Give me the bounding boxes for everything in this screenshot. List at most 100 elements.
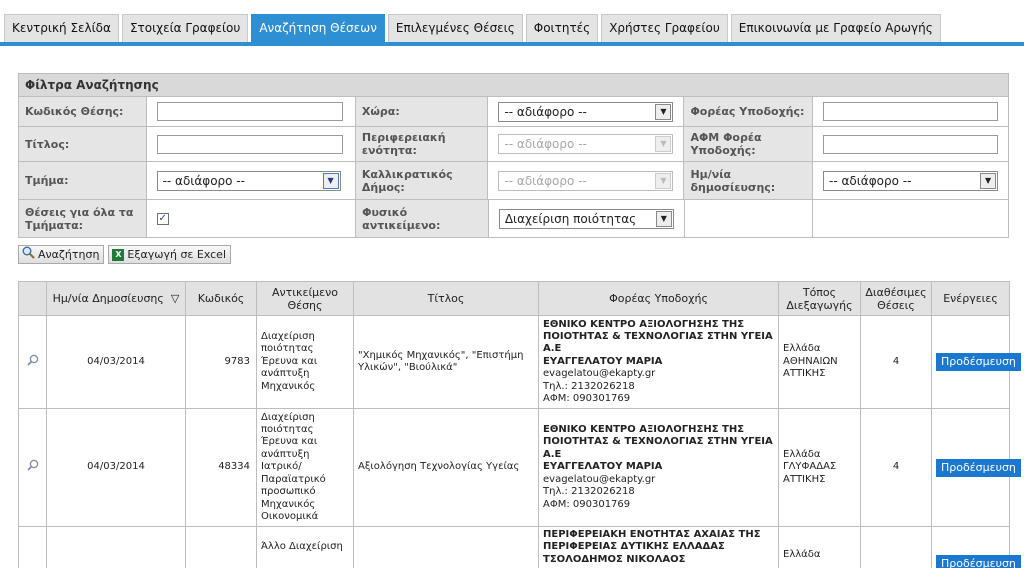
all-departments-label: Θέσεις για όλα τα Τμήματα: <box>19 200 147 237</box>
header-host[interactable]: Φορέας Υποδοχής <box>538 281 779 316</box>
cell-code: 9783 <box>185 315 257 409</box>
host-phone: Τηλ.: 2132026218 <box>543 486 635 498</box>
position-code-input[interactable] <box>156 102 343 121</box>
pre-reserve-button[interactable]: Προδέσμευση <box>936 353 1021 371</box>
table-row: 04/03/2014 48334 Διαχείριση ποιότητας Έρ… <box>18 408 1021 527</box>
filters-title: Φίλτρα Αναζήτησης <box>19 74 1008 97</box>
cell-seats: 4 <box>860 408 932 527</box>
cell-subject: Άλλο Διαχείριση <box>256 526 354 568</box>
host-name: ΕΘΝΙΚΟ ΚΕΝΤΡΟ ΑΞΙΟΛΟΓΗΣΗΣ ΤΗΣ ΠΟΙΟΤΗΤΑΣ … <box>543 318 773 355</box>
host-afm-input[interactable] <box>823 134 999 154</box>
department-select[interactable]: -- αδιάφορο -- ▼ <box>156 170 341 191</box>
location-municipality: ΑΘΗΝΑΙΩΝ <box>783 355 838 367</box>
cell-date: 04/03/2014 <box>46 315 186 409</box>
title-input[interactable] <box>156 134 343 154</box>
tab-underline <box>0 42 1024 46</box>
host-email: evagelatou@ekapty.gr <box>543 473 656 485</box>
pre-reserve-button[interactable]: Προδέσμευση <box>936 555 1021 568</box>
region-select[interactable]: -- αδιάφορο -- ▼ <box>498 134 674 154</box>
region-select-value: -- αδιάφορο -- <box>504 137 587 151</box>
export-excel-button-label: Εξαγωγή σε Excel <box>127 248 227 261</box>
country-select-value: -- αδιάφορο -- <box>504 104 587 119</box>
header-publish-date[interactable]: Ημ/νία Δημοσίευσης ▽ <box>46 281 186 316</box>
host-afm: ΑΦΜ: 090301769 <box>543 498 631 510</box>
filter-row-1: Κωδικός Θέσης: Χώρα: -- αδιάφορο -- ▼ Φο… <box>19 97 1009 127</box>
host-contact: ΕΥΑΓΓΕΛΑΤΟΥ ΜΑΡΙΑ <box>543 355 663 367</box>
subject-select[interactable]: Διαχείριση ποιότητας ▼ <box>498 208 674 229</box>
all-departments-checkbox[interactable]: ✓ <box>156 212 169 225</box>
country-select[interactable]: -- αδιάφορο -- ▼ <box>498 101 674 122</box>
tab-students[interactable]: Φοιτητές <box>525 14 599 42</box>
publish-date-select[interactable]: -- αδιάφορο -- ▼ <box>823 170 999 191</box>
cell-host: ΕΘΝΙΚΟ ΚΕΝΤΡΟ ΑΞΙΟΛΟΓΗΣΗΣ ΤΗΣ ΠΟΙΟΤΗΤΑΣ … <box>538 408 779 527</box>
search-filters-panel: Φίλτρα Αναζήτησης Κωδικός Θέσης: Χώρα: -… <box>18 73 1009 238</box>
municipality-select-value: -- αδιάφορο -- <box>504 173 587 188</box>
tab-selected-positions[interactable]: Επιλεγμένες Θέσεις <box>387 14 523 42</box>
header-title[interactable]: Τίτλος <box>353 281 539 316</box>
chevron-down-icon: ▼ <box>655 172 672 189</box>
tab-office-details[interactable]: Στοιχεία Γραφείου <box>121 14 249 42</box>
header-view <box>18 281 47 316</box>
cell-seats <box>860 526 932 568</box>
excel-icon: X <box>112 248 125 261</box>
search-button-label: Αναζήτηση <box>38 248 100 261</box>
cell-date: 04/03/2014 <box>46 408 186 527</box>
publish-date-label: Ημ/νία δημοσίευσης: <box>684 162 814 199</box>
cell-title <box>353 526 539 568</box>
host-email: evagelatou@ekapty.gr <box>543 368 656 380</box>
cell-seats: 4 <box>860 315 932 409</box>
cell-host: ΕΘΝΙΚΟ ΚΕΝΤΡΟ ΑΞΙΟΛΟΓΗΣΗΣ ΤΗΣ ΠΟΙΟΤΗΤΑΣ … <box>538 315 779 409</box>
pre-reserve-button[interactable]: Προδέσμευση <box>936 458 1021 477</box>
location-region: ΑΤΤΙΚΗΣ <box>783 368 826 380</box>
filter-actions: Αναζήτηση X Εξαγωγή σε Excel <box>18 245 235 264</box>
municipality-select[interactable]: -- αδιάφορο -- ▼ <box>498 170 674 191</box>
location-municipality: ΓΛΥΦΑΔΑΣ <box>783 461 837 473</box>
region-label: Περιφερειακή ενότητα: <box>355 127 489 161</box>
host-contact: ΤΣΟΛΟΔΗΜΟΣ ΝΙΚΟΛΑΟΣ <box>543 553 686 565</box>
sort-triangle-icon: ▽ <box>170 292 180 305</box>
host-label: Φορέας Υποδοχής: <box>684 97 814 126</box>
host-input[interactable] <box>823 102 999 121</box>
filter-row-3: Τμήμα: -- αδιάφορο -- ▼ Καλλικρατικός Δή… <box>19 162 1009 200</box>
search-button[interactable]: Αναζήτηση <box>18 245 105 264</box>
host-name: ΕΘΝΙΚΟ ΚΕΝΤΡΟ ΑΞΙΟΛΟΓΗΣΗΣ ΤΗΣ ΠΟΙΟΤΗΤΑΣ … <box>543 424 773 460</box>
header-subject[interactable]: Αντικείμενο Θέσης <box>256 281 354 316</box>
location-region: ΑΤΤΙΚΗΣ <box>783 473 826 485</box>
view-details-icon[interactable] <box>26 459 39 475</box>
filter-row-4: Θέσεις για όλα τα Τμήματα: ✓ Φυσικό αντι… <box>19 200 1008 237</box>
cell-subject: Διαχείριση ποιότητας Έρευνα και ανάπτυξη… <box>256 315 354 409</box>
tab-position-search[interactable]: Αναζήτηση Θέσεων <box>251 14 385 42</box>
cell-title: "Χημικός Μηχανικός", "Επιστήμη Υλικών", … <box>353 315 539 409</box>
header-seats[interactable]: Διαθέσιμες Θέσεις <box>860 281 932 316</box>
export-excel-button[interactable]: X Εξαγωγή σε Excel <box>108 245 232 264</box>
chevron-down-icon: ▼ <box>655 210 672 227</box>
host-contact: ΕΥΑΓΓΕΛΑΤΟΥ ΜΑΡΙΑ <box>543 461 663 473</box>
empty-cell <box>684 200 814 237</box>
location-country: Ελλάδα <box>783 549 821 560</box>
tab-helpdesk-contact[interactable]: Επικοινωνία με Γραφείο Αρωγής <box>730 14 941 42</box>
cell-title: Αξιολόγηση Τεχνολογίας Υγείας <box>353 408 539 527</box>
view-details-icon[interactable] <box>26 354 39 370</box>
header-actions: Ενέργειες <box>931 281 1010 316</box>
cell-location: Ελλάδα ΓΛΥΦΑΔΑΣ ΑΤΤΙΚΗΣ <box>778 408 861 527</box>
department-select-value: -- αδιάφορο -- <box>162 173 245 188</box>
cell-subject: Διαχείριση ποιότητας Έρευνα και ανάπτυξη… <box>256 408 354 527</box>
position-code-label: Κωδικός Θέσης: <box>19 97 147 126</box>
cell-code <box>185 526 257 568</box>
cell-location: Ελλάδα <box>778 526 861 568</box>
publish-date-select-value: -- αδιάφορο -- <box>829 173 912 188</box>
cell-code: 48334 <box>185 408 257 527</box>
results-table: Ημ/νία Δημοσίευσης ▽ Κωδικός Αντικείμενο… <box>18 281 1021 568</box>
main-tabs: Κεντρική Σελίδα Στοιχεία Γραφείου Αναζήτ… <box>4 14 944 42</box>
chevron-down-icon: ▼ <box>655 136 672 152</box>
host-name: ΠΕΡΙΦΕΡΕΙΑΚΗ ΕΝΟΤΗΤΑΣ ΑΧΑΙΑΣ ΤΗΣ ΠΕΡΙΦΕΡ… <box>543 529 761 553</box>
table-row: 04/03/2014 9783 Διαχείριση ποιότητας Έρε… <box>18 315 1021 409</box>
host-afm-label: ΑΦΜ Φορέα Υποδοχής: <box>684 127 814 161</box>
cell-host: ΠΕΡΙΦΕΡΕΙΑΚΗ ΕΝΟΤΗΤΑΣ ΑΧΑΙΑΣ ΤΗΣ ΠΕΡΙΦΕΡ… <box>538 526 779 568</box>
header-location[interactable]: Τόπος Διεξαγωγής <box>778 281 861 316</box>
cell-location: Ελλάδα ΑΘΗΝΑΙΩΝ ΑΤΤΙΚΗΣ <box>778 315 861 409</box>
magnifier-icon <box>22 246 35 264</box>
tab-office-users[interactable]: Χρήστες Γραφείου <box>601 14 728 42</box>
header-code[interactable]: Κωδικός <box>185 281 257 316</box>
tab-home[interactable]: Κεντρική Σελίδα <box>4 14 119 42</box>
